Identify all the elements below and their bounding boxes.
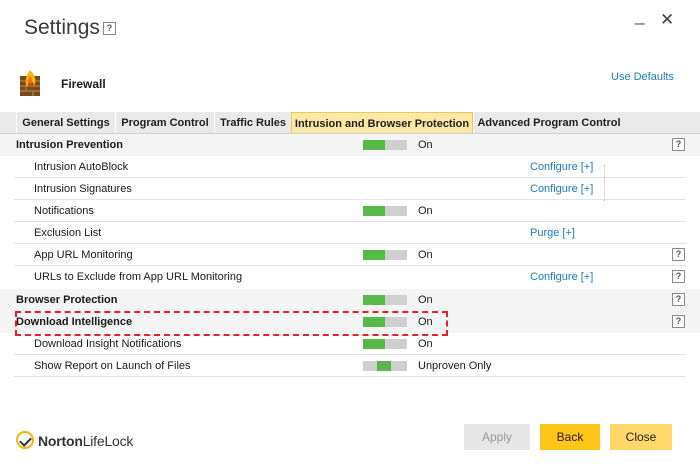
exclusion-list-purge-link[interactable]: Purge [+]	[530, 227, 575, 239]
row-show-report-on-launch: Show Report on Launch of Files Unproven …	[0, 355, 700, 377]
row-state: On	[418, 294, 433, 306]
use-defaults-link[interactable]: Use Defaults	[611, 71, 674, 83]
close-button[interactable]: Close	[610, 424, 672, 450]
back-button[interactable]: Back	[540, 424, 600, 450]
row-label: Browser Protection	[16, 294, 118, 306]
row-state: On	[418, 205, 433, 217]
window-close-button[interactable]: ✕	[660, 10, 674, 30]
tab-program-control[interactable]: Program Control	[115, 112, 214, 133]
row-label: Exclusion List	[34, 227, 102, 239]
browser-protection-toggle[interactable]	[363, 295, 407, 305]
help-icon[interactable]: ?	[672, 248, 685, 261]
logo-text: NortonLifeLock	[38, 433, 134, 449]
intrusion-signatures-configure-link[interactable]: Configure [+]	[530, 183, 593, 195]
row-label: Intrusion Signatures	[34, 183, 132, 195]
urls-exclude-configure-link[interactable]: Configure [+]	[530, 271, 593, 283]
row-intrusion-prevention: Intrusion Prevention On ?	[0, 134, 700, 156]
help-icon[interactable]: ?	[672, 315, 685, 328]
tab-advanced-program-control[interactable]: Advanced Program Control	[473, 112, 624, 133]
intrusion-autoblock-configure-link[interactable]: Configure [+]	[530, 161, 593, 173]
row-label: Intrusion AutoBlock	[34, 161, 129, 173]
apply-button[interactable]: Apply	[464, 424, 530, 450]
firewall-section-title: Firewall	[61, 77, 106, 91]
firewall-icon	[20, 70, 40, 96]
row-state: Unproven Only	[418, 360, 492, 372]
row-download-insight-notifications: Download Insight Notifications On	[0, 333, 700, 355]
tab-intrusion-and-browser-protection[interactable]: Intrusion and Browser Protection	[291, 112, 473, 135]
row-label: Intrusion Prevention	[16, 139, 123, 151]
nortonlifelock-logo: NortonLifeLock	[16, 430, 136, 452]
download-intelligence-highlight	[15, 311, 448, 336]
row-urls-to-exclude: URLs to Exclude from App URL Monitoring …	[0, 266, 700, 288]
show-report-slider[interactable]	[363, 361, 407, 371]
row-exclusion-list: Exclusion List Purge [+]	[0, 222, 700, 244]
tab-bar: General Settings Program Control Traffic…	[0, 112, 700, 135]
help-icon[interactable]: ?	[672, 293, 685, 306]
row-state: On	[418, 249, 433, 261]
row-app-url-monitoring: App URL Monitoring On ?	[0, 244, 700, 266]
row-intrusion-signatures: Intrusion Signatures Configure [+]	[0, 178, 700, 200]
download-insight-notifications-toggle[interactable]	[363, 339, 407, 349]
checkmark-icon	[16, 431, 34, 449]
row-intrusion-autoblock: Intrusion AutoBlock Configure [+]	[0, 156, 700, 178]
help-icon[interactable]: ?	[672, 138, 685, 151]
divider	[604, 165, 606, 201]
notifications-toggle[interactable]	[363, 206, 407, 216]
row-label: URLs to Exclude from App URL Monitoring	[34, 271, 243, 283]
row-browser-protection: Browser Protection On ?	[0, 289, 700, 311]
row-notifications: Notifications On	[0, 200, 700, 222]
row-label: Notifications	[34, 205, 94, 217]
window-title: Settings	[24, 16, 100, 39]
row-state: On	[418, 139, 433, 151]
minimize-button[interactable]: _	[635, 6, 644, 26]
row-label: Download Insight Notifications	[34, 338, 182, 350]
tab-general-settings[interactable]: General Settings	[16, 112, 115, 133]
row-label: App URL Monitoring	[34, 249, 133, 261]
tab-traffic-rules[interactable]: Traffic Rules	[214, 112, 291, 133]
title-help-icon[interactable]: ?	[103, 22, 116, 35]
intrusion-prevention-toggle[interactable]	[363, 140, 407, 150]
row-label: Show Report on Launch of Files	[34, 360, 191, 372]
help-icon[interactable]: ?	[672, 270, 685, 283]
row-state: On	[418, 338, 433, 350]
app-url-monitoring-toggle[interactable]	[363, 250, 407, 260]
